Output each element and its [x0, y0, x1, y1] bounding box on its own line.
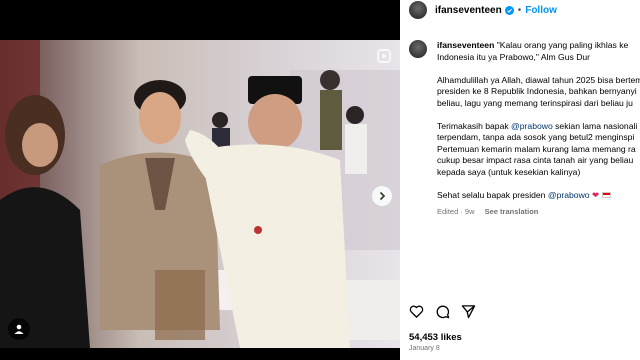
caption-line: sekian lama nasionali — [552, 120, 638, 131]
caption: ifanseventeen "Kalau orang yang paling i… — [409, 40, 640, 218]
caption-meta: Edited · 9w See translation — [437, 206, 640, 218]
reel-icon — [377, 49, 391, 63]
share-icon[interactable] — [461, 304, 476, 319]
action-bar — [409, 304, 476, 319]
media-pane — [0, 0, 400, 360]
edited-time: Edited · 9w — [437, 207, 475, 216]
heart-emoji-icon: ❤ — [591, 189, 600, 200]
caption-text: ifanseventeen "Kalau orang yang paling i… — [437, 40, 640, 218]
chevron-right-icon — [379, 191, 386, 201]
caption-line: Terimakasih bapak — [437, 120, 509, 131]
see-translation-link[interactable]: See translation — [485, 207, 539, 216]
comment-icon[interactable] — [435, 304, 450, 319]
avatar[interactable] — [409, 1, 427, 19]
caption-line: Pertemuan kemarin malam kurang lama mema… — [437, 143, 636, 154]
caption-line: beliau, lagu yang memang terinspirasi da… — [437, 97, 633, 108]
caption-line: cukup besar impact rasa cinta tanah air … — [437, 155, 634, 165]
indonesia-flag-icon — [601, 191, 611, 198]
heart-icon[interactable] — [409, 304, 424, 319]
mention-link[interactable]: @prabowo — [511, 121, 553, 131]
post-details-pane: ifanseventeen • Follow ifanseventeen "Ka… — [400, 0, 640, 360]
post-header: ifanseventeen • Follow — [400, 0, 640, 20]
caption-line: terpendam, tanpa ada sosok yang betul2 m… — [437, 132, 635, 142]
follow-button[interactable]: Follow — [525, 5, 557, 16]
caption-line: Sehat selalu bapak presiden — [437, 189, 546, 200]
mention-link[interactable]: @prabowo — [548, 190, 590, 200]
caption-line: kepada saya (untuk kesekian kalinya) — [437, 166, 581, 177]
header-separator: • — [517, 4, 522, 16]
photo-illustration — [0, 40, 400, 348]
post-date: January 8 — [409, 345, 440, 352]
caption-line: "Kalau orang yang paling ikhlas ke — [496, 40, 629, 50]
caption-line: Alhamdulillah ya Allah, diawal tahun 202… — [437, 74, 640, 85]
caption-line: Indonesia itu ya Prabowo," Alm Gus Dur — [437, 51, 591, 62]
caption-line: presiden ke 8 Republik Indonesia, bahkan… — [437, 86, 637, 96]
caption-username[interactable]: ifanseventeen — [437, 40, 494, 50]
username-link[interactable]: ifanseventeen — [435, 5, 502, 16]
caption-avatar[interactable] — [409, 40, 427, 58]
post-photo[interactable] — [0, 40, 400, 348]
next-photo-button[interactable] — [372, 186, 392, 206]
verified-badge-icon — [504, 5, 514, 15]
like-count[interactable]: 54,453 likes — [409, 332, 462, 343]
user-tag-icon[interactable] — [8, 318, 30, 340]
